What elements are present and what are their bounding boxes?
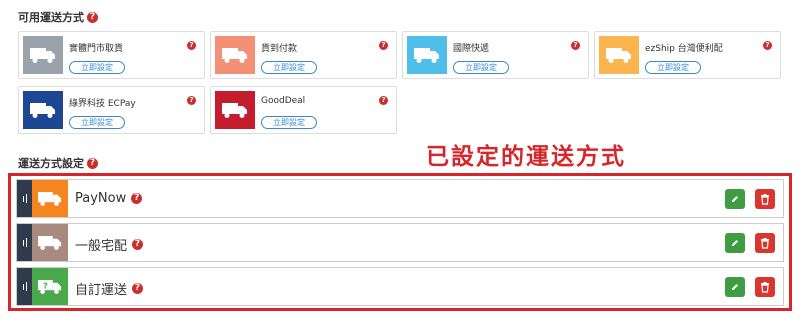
help-icon[interactable]: ?	[87, 11, 98, 23]
delete-button[interactable]	[755, 277, 775, 297]
available-methods-title: 可用運送方式 ?	[18, 9, 98, 25]
pencil-icon	[732, 196, 738, 202]
setup-now-button[interactable]: 立即設定	[645, 61, 701, 74]
help-icon[interactable]: ?	[379, 96, 388, 105]
available-methods-label: 可用運送方式	[18, 11, 84, 24]
help-icon[interactable]: ?	[763, 41, 772, 50]
configured-method-row: ? 自訂運送 ?	[16, 267, 784, 306]
method-card-international: 國際快遞 ? 立即設定	[402, 31, 589, 79]
help-icon[interactable]: ?	[187, 96, 196, 105]
truck-icon	[215, 36, 255, 74]
method-name-text: 一般宅配	[75, 239, 128, 254]
delete-button[interactable]	[755, 233, 775, 253]
help-icon[interactable]: ?	[187, 41, 196, 50]
help-icon[interactable]: ?	[132, 239, 144, 250]
method-name-text: PayNow	[75, 191, 127, 206]
method-card-gooddeal: GoodDeal ? 立即設定	[210, 86, 397, 134]
truck-icon	[32, 224, 68, 261]
truck-icon	[599, 36, 639, 74]
trash-icon	[761, 237, 769, 249]
setup-now-button[interactable]: 立即設定	[261, 116, 317, 129]
pencil-icon	[732, 284, 738, 290]
help-icon[interactable]: ?	[571, 41, 580, 50]
method-name: 實體門市取貨	[69, 44, 124, 54]
method-name: 貨到付款	[261, 44, 298, 54]
method-card-cod: 貨到付款 ? 立即設定	[210, 31, 397, 79]
method-name: 一般宅配 ?	[75, 235, 144, 254]
trash-icon	[761, 193, 769, 205]
setup-now-button[interactable]: 立即設定	[69, 116, 125, 129]
truck-icon	[407, 36, 447, 74]
truck-icon	[215, 91, 255, 129]
custom-truck-icon: ?	[32, 268, 68, 305]
truck-icon	[23, 36, 63, 74]
method-name: PayNow ?	[75, 191, 143, 206]
configured-method-row: PayNow ?	[16, 179, 784, 218]
edit-button[interactable]	[725, 233, 745, 253]
method-card-store-pickup: 實體門市取貨 ? 立即設定	[18, 31, 205, 79]
pencil-icon	[732, 240, 738, 246]
settings-label: 運送方式設定	[18, 157, 84, 170]
drag-handle[interactable]	[17, 268, 32, 305]
edit-button[interactable]	[725, 189, 745, 209]
configured-methods-annotation: 已設定的運送方式	[426, 144, 626, 170]
configured-method-row: 一般宅配 ?	[16, 223, 784, 262]
settings-title: 運送方式設定 ?	[18, 155, 98, 171]
delete-button[interactable]	[755, 189, 775, 209]
drag-handle[interactable]	[17, 224, 32, 261]
truck-icon	[32, 180, 68, 217]
method-name: GoodDeal	[261, 96, 306, 106]
svg-text:?: ?	[43, 280, 48, 290]
setup-now-button[interactable]: 立即設定	[69, 61, 125, 74]
method-name: ezShip 台灣便利配	[645, 44, 723, 54]
method-card-ecpay: 綠界科技 ECPay ? 立即設定	[18, 86, 205, 134]
help-icon[interactable]: ?	[87, 157, 98, 169]
help-icon[interactable]: ?	[379, 41, 388, 50]
edit-button[interactable]	[725, 277, 745, 297]
setup-now-button[interactable]: 立即設定	[261, 61, 317, 74]
method-card-ezship: ezShip 台灣便利配 ? 立即設定	[594, 31, 781, 79]
help-icon[interactable]: ?	[131, 193, 143, 204]
trash-icon	[761, 281, 769, 293]
method-name-text: 自訂運送	[75, 283, 128, 298]
method-name: 綠界科技 ECPay	[69, 99, 136, 109]
drag-handle[interactable]	[17, 180, 32, 217]
help-icon[interactable]: ?	[132, 283, 144, 294]
truck-icon	[23, 91, 63, 129]
method-name: 自訂運送 ?	[75, 279, 144, 298]
setup-now-button[interactable]: 立即設定	[453, 61, 509, 74]
method-name: 國際快遞	[453, 44, 490, 54]
